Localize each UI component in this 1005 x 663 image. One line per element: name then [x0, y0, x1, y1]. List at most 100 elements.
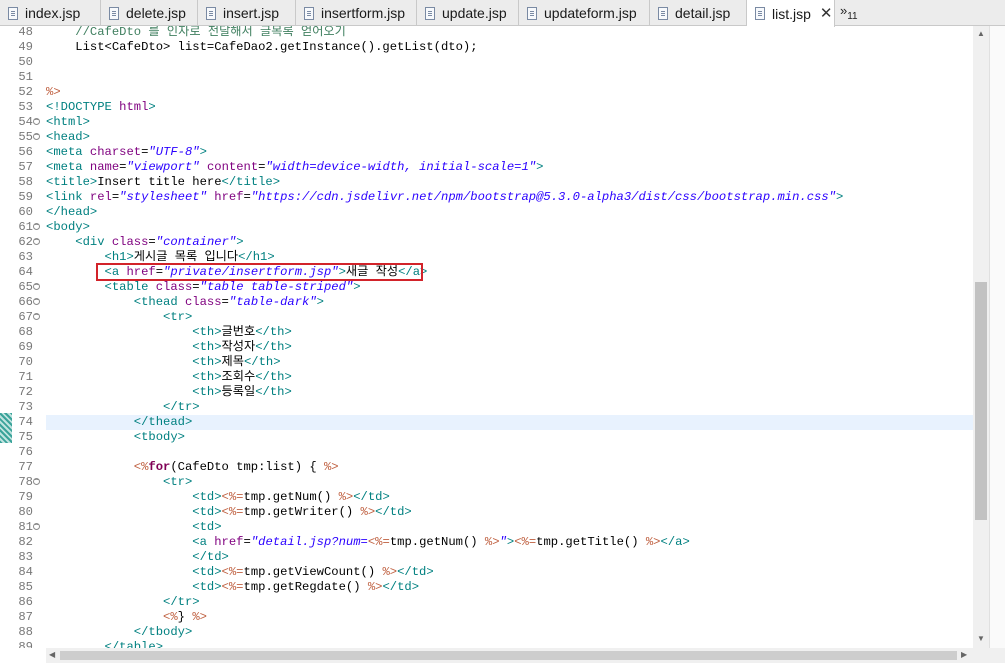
code-token: tmp.getTitle() [536, 535, 646, 549]
code-line[interactable]: 55− <head> [0, 130, 989, 145]
code-token: 조회수 [221, 370, 256, 384]
code-line[interactable]: 68 <th>글번호</th> [0, 325, 989, 340]
code-token: <table [104, 280, 156, 294]
code-line[interactable]: 74 </thead> [18, 415, 973, 430]
code-line[interactable]: 78− <tr> [0, 475, 989, 490]
line-number: 89 [18, 640, 33, 648]
code-line[interactable]: 62− <div class="container"> [0, 235, 989, 250]
line-number: 53 [18, 100, 33, 114]
code-line[interactable]: 52 %> [0, 85, 989, 100]
code-text: </tr> [46, 400, 200, 415]
fold-toggle-icon[interactable]: − [33, 133, 40, 140]
code-token: <th> [192, 340, 222, 354]
scroll-right-icon[interactable]: ▶ [961, 650, 967, 659]
code-token: "stylesheet" [119, 190, 207, 204]
code-line[interactable]: 79 <td><%=tmp.getNum() %></td> [0, 490, 989, 505]
scroll-up-icon[interactable]: ▲ [977, 29, 985, 38]
code-token: </a> [660, 535, 690, 549]
line-number: 81 [18, 520, 33, 534]
fold-toggle-icon[interactable]: − [33, 313, 40, 320]
code-line[interactable]: 89 </table> [0, 640, 989, 648]
code-line[interactable]: 77 <%for(CafeDto tmp:list) { %> [0, 460, 989, 475]
code-line[interactable]: 53 <!DOCTYPE html> [0, 100, 989, 115]
code-editor[interactable]: 48 //CafeDto 를 인자로 전달해서 글목록 얻어오기 49 List<… [0, 26, 989, 648]
line-number: 87 [18, 610, 33, 624]
code-line[interactable]: 83 </td> [0, 550, 989, 565]
code-token: </tr> [163, 595, 200, 609]
code-token: "table-dark" [228, 295, 317, 309]
fold-toggle-icon[interactable]: − [33, 478, 40, 485]
code-line[interactable]: 66− <thead class="table-dark"> [0, 295, 989, 310]
code-line[interactable]: 51 [0, 70, 989, 85]
code-line[interactable]: 70 <th>제목</th> [0, 355, 989, 370]
tab-insert-jsp[interactable]: insert.jsp [198, 0, 296, 26]
code-line[interactable]: 86 </tr> [0, 595, 989, 610]
jsp-file-icon [8, 6, 18, 20]
line-number: 76 [18, 445, 33, 459]
fold-toggle-icon[interactable]: − [33, 283, 40, 290]
code-line[interactable]: 84 <td><%=tmp.getViewCount() %></td> [0, 565, 989, 580]
code-line[interactable]: 60 </head> [0, 205, 989, 220]
tab-updateform-jsp[interactable]: updateform.jsp [519, 0, 650, 26]
code-line[interactable]: 61− <body> [0, 220, 989, 235]
vertical-scrollbar[interactable]: ▲ ▼ [973, 26, 989, 648]
code-line[interactable]: 65− <table class="table table-striped"> [0, 280, 989, 295]
code-line[interactable]: 58 <title>Insert title here</title> [0, 175, 989, 190]
code-line[interactable]: 85 <td><%=tmp.getRegdate() %></td> [0, 580, 989, 595]
code-token: class [111, 235, 149, 249]
code-line[interactable]: 80 <td><%=tmp.getWriter() %></td> [0, 505, 989, 520]
code-token: </td> [192, 550, 229, 564]
code-line[interactable]: 72 <th>등록일</th> [0, 385, 989, 400]
tab-list-jsp[interactable]: list.jsp ✕ [747, 0, 835, 27]
code-token: href [214, 190, 244, 204]
code-token: <tr> [163, 475, 193, 489]
code-line[interactable]: 88 </tbody> [0, 625, 989, 640]
fold-toggle-icon[interactable]: − [33, 223, 40, 230]
code-line[interactable]: 69 <th>작성자</th> [0, 340, 989, 355]
code-line[interactable]: 81− <td> [0, 520, 989, 535]
fold-toggle-icon[interactable]: − [33, 523, 40, 530]
code-line[interactable]: 50 [0, 55, 989, 70]
code-line[interactable]: 67− <tr> [0, 310, 989, 325]
horizontal-scrollbar[interactable]: ◀ ▶ [46, 648, 973, 663]
scroll-left-icon[interactable]: ◀ [49, 650, 55, 659]
code-text: </table> [46, 640, 164, 648]
code-line[interactable]: 82 <a href="detail.jsp?num=<%=tmp.getNum… [0, 535, 989, 550]
tab-label: list.jsp [772, 5, 811, 22]
vertical-scroll-thumb[interactable] [975, 282, 987, 520]
tab-index-jsp[interactable]: index.jsp [0, 0, 101, 26]
code-line[interactable]: 73 </tr> [0, 400, 989, 415]
code-line[interactable]: 59 <link rel="stylesheet" href="https://c… [0, 190, 989, 205]
code-token: <td> [192, 505, 222, 519]
jsp-file-icon [658, 6, 668, 20]
code-line[interactable]: 56 <meta charset="UTF-8"> [0, 145, 989, 160]
code-line[interactable]: 75 <tbody> [0, 430, 989, 445]
code-line[interactable]: 87 <%} %> [0, 610, 989, 625]
tab-delete-jsp[interactable]: delete.jsp [101, 0, 198, 26]
tab-update-jsp[interactable]: update.jsp [417, 0, 519, 26]
fold-toggle-icon[interactable]: − [33, 238, 40, 245]
code-token: <%= [221, 580, 244, 594]
code-line[interactable]: 49 List<CafeDto> list=CafeDao2.getInstan… [0, 40, 989, 55]
code-line[interactable]: 57 <meta name="viewport" content="width=d… [0, 160, 989, 175]
code-token: <%= [367, 535, 390, 549]
code-line[interactable]: 71 <th>조회수</th> [0, 370, 989, 385]
tab-detail-jsp[interactable]: detail.jsp [650, 0, 747, 26]
fold-toggle-icon[interactable]: − [33, 298, 40, 305]
code-line[interactable]: 48 //CafeDto 를 인자로 전달해서 글목록 얻어오기 [0, 26, 989, 40]
code-text: <!DOCTYPE html> [46, 100, 156, 115]
code-line[interactable]: 54− <html> [0, 115, 989, 130]
tab-overflow-button[interactable]: »11 [840, 3, 858, 22]
line-number: 58 [18, 175, 33, 189]
tab-label: update.jsp [442, 5, 507, 21]
code-token: = [243, 190, 251, 204]
code-line[interactable]: 76 [0, 445, 989, 460]
code-token: 등록일 [221, 385, 256, 399]
close-tab-icon[interactable]: ✕ [820, 6, 833, 21]
code-token: %> [360, 505, 376, 519]
fold-toggle-icon[interactable]: − [33, 118, 40, 125]
horizontal-scroll-thumb[interactable] [60, 651, 957, 660]
code-token: 작성자 [221, 340, 256, 354]
tab-insertform-jsp[interactable]: insertform.jsp [296, 0, 417, 26]
scroll-down-icon[interactable]: ▼ [977, 634, 985, 643]
